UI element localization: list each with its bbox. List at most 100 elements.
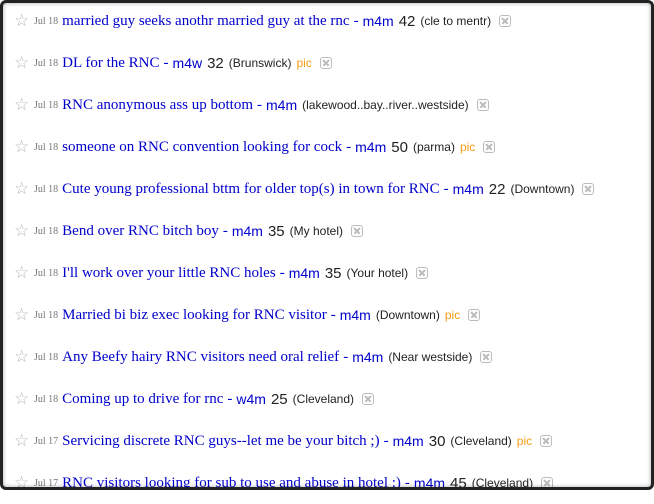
posting-category[interactable]: m4m xyxy=(453,181,484,197)
star-icon[interactable]: ☆ xyxy=(14,54,34,72)
star-icon[interactable]: ☆ xyxy=(14,264,34,282)
posting-location: (Near westside) xyxy=(388,350,473,364)
separator: - xyxy=(222,222,228,239)
hide-icon[interactable] xyxy=(362,393,375,405)
separator: - xyxy=(279,264,285,281)
listing-row: ☆ Jul 18 Coming up to drive for rnc - w4… xyxy=(14,378,648,420)
posting-category[interactable]: w4m xyxy=(236,391,266,407)
posting-date: Jul 18 xyxy=(34,57,59,69)
posting-date: Jul 17 xyxy=(34,435,59,447)
posting-category[interactable]: m4w xyxy=(173,55,203,71)
separator: - xyxy=(346,138,352,155)
listing-row: ☆ Jul 18 Bend over RNC bitch boy - m4m 3… xyxy=(14,210,648,252)
posting-title-link[interactable]: Cute young professional bttm for older t… xyxy=(62,181,439,198)
hide-icon[interactable] xyxy=(350,225,363,237)
listing-row: ☆ Jul 18 Married bi biz exec looking for… xyxy=(14,294,648,336)
posting-category[interactable]: m4m xyxy=(414,475,445,491)
posting-date: Jul 18 xyxy=(34,183,59,195)
posting-date: Jul 18 xyxy=(34,15,59,27)
separator: - xyxy=(383,432,389,449)
posting-date: Jul 18 xyxy=(34,267,59,279)
star-icon[interactable]: ☆ xyxy=(14,348,34,366)
posting-category[interactable]: m4m xyxy=(232,223,263,239)
posting-date: Jul 18 xyxy=(34,225,59,237)
posting-age: 45 xyxy=(450,474,467,492)
posting-title-link[interactable]: RNC visitors looking for sub to use and … xyxy=(62,475,401,492)
separator: - xyxy=(257,96,263,113)
hide-icon[interactable] xyxy=(541,477,554,489)
hide-icon[interactable] xyxy=(476,99,489,111)
hide-icon[interactable] xyxy=(582,183,595,195)
posting-category[interactable]: m4m xyxy=(289,265,320,281)
listing-row: ☆ Jul 18 DL for the RNC - m4w 32 (Brunsw… xyxy=(14,42,648,84)
posting-title-link[interactable]: I'll work over your little RNC holes xyxy=(62,265,276,282)
pic-indicator: pic xyxy=(516,434,533,448)
posting-title-link[interactable]: RNC anonymous ass up bottom xyxy=(62,97,253,114)
posting-title-link[interactable]: Married bi biz exec looking for RNC visi… xyxy=(62,307,327,324)
star-icon[interactable]: ☆ xyxy=(14,180,34,198)
pic-indicator: pic xyxy=(459,140,476,154)
hide-icon[interactable] xyxy=(319,57,332,69)
star-icon[interactable]: ☆ xyxy=(14,12,34,30)
posting-category[interactable]: m4m xyxy=(355,139,386,155)
pic-indicator: pic xyxy=(444,308,461,322)
separator: - xyxy=(227,390,233,407)
posting-category[interactable]: m4m xyxy=(393,433,424,449)
posting-location: (Brunswick) xyxy=(228,56,292,70)
posting-title-link[interactable]: married guy seeks anothr married guy at … xyxy=(62,13,349,30)
star-icon[interactable]: ☆ xyxy=(14,222,34,240)
posting-location: (parma) xyxy=(412,140,455,154)
hide-icon[interactable] xyxy=(540,435,553,447)
listing-row: ☆ Jul 18 someone on RNC convention looki… xyxy=(14,126,648,168)
hide-icon[interactable] xyxy=(468,309,481,321)
posting-title-link[interactable]: Any Beefy hairy RNC visitors need oral r… xyxy=(62,349,339,366)
posting-location: (lakewood..bay..river..westside) xyxy=(302,98,469,112)
posting-category[interactable]: m4m xyxy=(352,349,383,365)
posting-title-link[interactable]: Coming up to drive for rnc xyxy=(62,391,223,408)
posting-age: 32 xyxy=(207,54,224,72)
listing-row: ☆ Jul 18 married guy seeks anothr marrie… xyxy=(14,0,648,42)
posting-category[interactable]: m4m xyxy=(363,13,394,29)
hide-icon[interactable] xyxy=(499,15,512,27)
posting-location: (My hotel) xyxy=(289,224,343,238)
star-icon[interactable]: ☆ xyxy=(14,306,34,324)
posting-date: Jul 18 xyxy=(34,309,59,321)
listing-row: ☆ Jul 18 I'll work over your little RNC … xyxy=(14,252,648,294)
posting-date: Jul 18 xyxy=(34,393,59,405)
posting-title-link[interactable]: Servicing discrete RNC guys--let me be y… xyxy=(62,433,379,450)
hide-icon[interactable] xyxy=(416,267,429,279)
star-icon[interactable]: ☆ xyxy=(14,390,34,408)
listing-row: ☆ Jul 17 Servicing discrete RNC guys--le… xyxy=(14,420,648,462)
posting-location: (Cleveland) xyxy=(471,476,534,490)
listing-row: ☆ Jul 18 Cute young professional bttm fo… xyxy=(14,168,648,210)
star-icon[interactable]: ☆ xyxy=(14,432,34,450)
separator: - xyxy=(404,474,410,491)
posting-title-link[interactable]: someone on RNC convention looking for co… xyxy=(62,139,342,156)
posting-location: (Your hotel) xyxy=(346,266,409,280)
posting-age: 50 xyxy=(391,138,408,156)
star-icon[interactable]: ☆ xyxy=(14,474,34,492)
hide-icon[interactable] xyxy=(480,351,493,363)
star-icon[interactable]: ☆ xyxy=(14,138,34,156)
listing-row: ☆ Jul 17 RNC visitors looking for sub to… xyxy=(14,462,648,504)
posting-age: 42 xyxy=(398,12,416,30)
posting-age: 25 xyxy=(270,390,288,408)
hide-icon[interactable] xyxy=(483,141,496,153)
posting-age: 22 xyxy=(488,180,506,198)
posting-category[interactable]: m4m xyxy=(266,97,297,113)
posting-category[interactable]: m4m xyxy=(340,307,371,323)
separator: - xyxy=(330,306,336,323)
posting-location: (Cleveland) xyxy=(292,392,355,406)
separator: - xyxy=(163,54,169,71)
posting-title-link[interactable]: Bend over RNC bitch boy xyxy=(62,223,219,240)
posting-age: 35 xyxy=(267,222,285,240)
star-icon[interactable]: ☆ xyxy=(14,96,34,114)
posting-location: (Downtown) xyxy=(510,182,575,196)
posting-location: (Cleveland) xyxy=(450,434,512,448)
separator: - xyxy=(343,348,349,365)
posting-location: (Downtown) xyxy=(375,308,440,322)
posting-title-link[interactable]: DL for the RNC xyxy=(62,55,159,72)
posting-date: Jul 18 xyxy=(34,141,59,153)
listing-row: ☆ Jul 18 Any Beefy hairy RNC visitors ne… xyxy=(14,336,648,378)
listing-list: ☆ Jul 18 married guy seeks anothr marrie… xyxy=(14,0,648,504)
